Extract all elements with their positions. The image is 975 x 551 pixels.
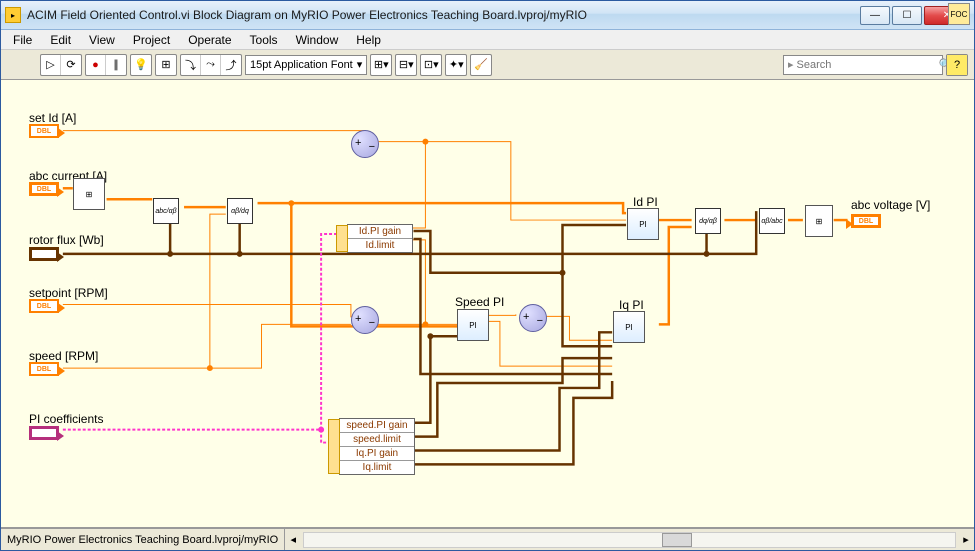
resize-button[interactable]: ⊡▾	[421, 55, 441, 75]
align-button[interactable]: ⊞▾	[371, 55, 391, 75]
label-pi-coeffs: PI coefficients	[29, 412, 103, 426]
search-icon: ▸	[788, 58, 794, 71]
label-speed: speed [RPM]	[29, 349, 98, 363]
menu-operate[interactable]: Operate	[180, 31, 239, 49]
vi-icon-panel: FOC	[948, 3, 970, 25]
label-iq-pi: Iq PI	[619, 298, 644, 312]
menu-project[interactable]: Project	[125, 31, 178, 49]
unbundle-id-gain[interactable]: Id.PI gain	[348, 225, 412, 239]
step-out-button[interactable]: ⤴	[221, 55, 241, 75]
menu-edit[interactable]: Edit	[42, 31, 79, 49]
iq-pi-node[interactable]: PI	[613, 311, 645, 343]
unbundle-id[interactable]: Id.PI gain Id.limit	[347, 224, 413, 253]
retain-wire-button[interactable]: ⊞	[156, 55, 176, 75]
app-icon: ▸	[5, 7, 21, 23]
unbundle-handle-icon	[336, 225, 348, 252]
window-title: ACIM Field Oriented Control.vi Block Dia…	[27, 8, 860, 22]
unbundle-speed-limit[interactable]: speed.limit	[340, 433, 414, 447]
unbundle-iq-limit[interactable]: Iq.limit	[340, 461, 414, 474]
menu-view[interactable]: View	[81, 31, 123, 49]
label-rotor-flux: rotor flux [Wb]	[29, 233, 104, 247]
sum-speed-node[interactable]	[351, 306, 379, 334]
terminal-speed[interactable]: DBL	[29, 362, 59, 376]
search-input[interactable]	[797, 59, 939, 71]
sum-iq-node[interactable]	[519, 304, 547, 332]
dq-to-alphabeta-node[interactable]: dq/αβ	[695, 208, 721, 234]
reorder-button[interactable]: ✦▾	[446, 55, 466, 75]
menu-file[interactable]: File	[5, 31, 40, 49]
unbundle-speed-gain[interactable]: speed.PI gain	[340, 419, 414, 433]
titlebar[interactable]: ▸ ACIM Field Oriented Control.vi Block D…	[1, 1, 974, 30]
scroll-left-button[interactable]: ◂	[285, 533, 301, 546]
label-setpoint: setpoint [RPM]	[29, 286, 108, 300]
alphabeta-to-abc-node[interactable]: αβ/abc	[759, 208, 785, 234]
help-button[interactable]: ?	[947, 55, 967, 75]
menu-window[interactable]: Window	[288, 31, 347, 49]
terminal-abc-current[interactable]: DBL	[29, 182, 59, 196]
terminal-set-id[interactable]: DBL	[29, 124, 59, 138]
terminal-pi-coeffs[interactable]	[29, 426, 59, 440]
window-frame: ▸ ACIM Field Oriented Control.vi Block D…	[0, 0, 975, 551]
unbundle-iq-gain[interactable]: Iq.PI gain	[340, 447, 414, 461]
terminal-rotor-flux[interactable]	[29, 247, 59, 261]
step-over-button[interactable]: ⤳	[201, 55, 221, 75]
highlight-button[interactable]: 💡	[131, 55, 151, 75]
cleanup-button[interactable]: 🧹	[471, 55, 491, 75]
statusbar: MyRIO Power Electronics Teaching Board.l…	[1, 528, 974, 550]
menu-tools[interactable]: Tools	[242, 31, 286, 49]
unbundle-id-limit[interactable]: Id.limit	[348, 239, 412, 252]
font-label: 15pt Application Font	[250, 59, 353, 71]
scrollbar-thumb[interactable]	[662, 533, 692, 547]
pause-button[interactable]: ∥	[106, 55, 126, 75]
index-array-node[interactable]: ⊞	[73, 178, 105, 210]
h-scrollbar[interactable]	[303, 532, 956, 548]
menu-help[interactable]: Help	[348, 31, 389, 49]
search-box[interactable]: ▸ 🔍	[783, 55, 943, 75]
run-button[interactable]: ▷	[41, 55, 61, 75]
font-selector[interactable]: 15pt Application Font ▾	[245, 55, 367, 75]
sum-id-node[interactable]	[351, 130, 379, 158]
run-cont-button[interactable]: ⟳	[61, 55, 81, 75]
label-set-id: set Id [A]	[29, 111, 76, 125]
terminal-setpoint[interactable]: DBL	[29, 299, 59, 313]
abc-to-alphabeta-node[interactable]: abc/αβ	[153, 198, 179, 224]
scroll-right-button[interactable]: ▸	[958, 533, 974, 546]
unbundle-handle-icon	[328, 419, 340, 474]
label-abc-voltage: abc voltage [V]	[851, 198, 930, 212]
label-id-pi: Id PI	[633, 195, 658, 209]
chevron-down-icon: ▾	[357, 58, 363, 71]
maximize-button[interactable]: ☐	[892, 6, 922, 25]
abort-button[interactable]: ●	[86, 55, 106, 75]
step-into-button[interactable]: ⤵	[181, 55, 201, 75]
alphabeta-to-dq-node[interactable]: αβ/dq	[227, 198, 253, 224]
block-diagram-canvas[interactable]: set Id [A] DBL abc current [A] DBL rotor…	[1, 80, 974, 528]
unbundle-speed-iq[interactable]: speed.PI gain speed.limit Iq.PI gain Iq.…	[339, 418, 415, 475]
id-pi-node[interactable]: PI	[627, 208, 659, 240]
label-speed-pi: Speed PI	[455, 295, 504, 309]
toolbar: ▷ ⟳ ● ∥ 💡 ⊞ ⤵ ⤳ ⤴ 15pt Application Font …	[1, 50, 974, 80]
build-array-node[interactable]: ⊞	[805, 205, 833, 237]
project-path[interactable]: MyRIO Power Electronics Teaching Board.l…	[1, 529, 285, 550]
menubar: File Edit View Project Operate Tools Win…	[1, 30, 974, 50]
speed-pi-node[interactable]: PI	[457, 309, 489, 341]
terminal-abc-voltage[interactable]: DBL	[851, 214, 881, 228]
run-group: ▷ ⟳	[40, 54, 82, 76]
vi-connector-icon[interactable]: FOC	[948, 3, 970, 25]
distribute-button[interactable]: ⊟▾	[396, 55, 416, 75]
minimize-button[interactable]: —	[860, 6, 890, 25]
